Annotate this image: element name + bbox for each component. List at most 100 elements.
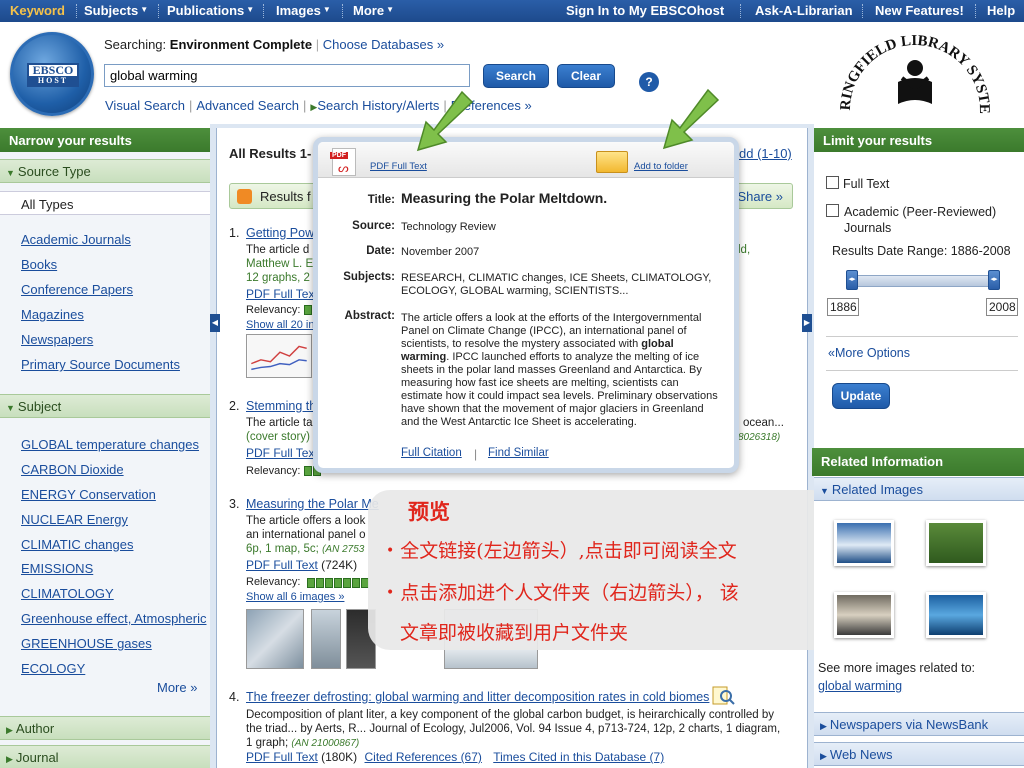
full-text-checkbox[interactable] (826, 176, 839, 189)
result-snippet: an international panel o (246, 529, 366, 541)
nav-help[interactable]: Help (987, 3, 1015, 18)
related-image-street[interactable] (834, 592, 894, 638)
related-image-iceberg[interactable] (834, 520, 894, 566)
advanced-search-link[interactable]: Advanced Search (196, 98, 299, 113)
related-info-header: Related Information (812, 448, 1024, 476)
result-snippet: ld, (738, 244, 751, 256)
collapse-left-handle[interactable]: ◀ (210, 314, 220, 332)
result-title-link[interactable]: Getting Pow (246, 226, 314, 240)
result-title-link[interactable]: Stemming th (246, 399, 316, 413)
source-item-newspapers[interactable]: Newspapers (21, 332, 93, 347)
result-chart-thumbnail[interactable] (246, 334, 312, 378)
subject-more-link[interactable]: More » (157, 680, 197, 695)
ebsco-host-logo[interactable]: EBSCO HOST (10, 32, 94, 116)
slider-start-handle[interactable]: ◂▸ (846, 270, 858, 290)
newspapers-toggle[interactable]: ▶ Newspapers via NewsBank (814, 712, 1024, 736)
result-image-thumbnail[interactable] (311, 609, 341, 669)
source-item-books[interactable]: Books (21, 257, 57, 272)
source-type-toggle[interactable]: ▼ Source Type (0, 159, 210, 183)
folder-icon[interactable] (596, 151, 628, 173)
year-to-field[interactable]: 2008 (986, 298, 1018, 316)
related-image-forest[interactable] (926, 520, 986, 566)
subject-item[interactable]: NUCLEAR Energy (21, 512, 128, 527)
show-all-images-link[interactable]: Show all 6 images » (246, 591, 344, 603)
year-from-field[interactable]: 1886 (827, 298, 859, 316)
accession-number: 8026318) (738, 432, 781, 443)
pdf-full-text-link[interactable]: PDF Full Tex (246, 287, 314, 301)
subject-item[interactable]: CLIMATOLOGY (21, 586, 114, 601)
links-row: PDF Full Text (180K) Cited References (6… (246, 750, 664, 764)
all-types-option[interactable]: All Types (0, 191, 210, 215)
subject-toggle[interactable]: ▼ Subject (0, 394, 210, 418)
full-citation-link[interactable]: Full Citation (401, 447, 462, 459)
source-item-magazines[interactable]: Magazines (21, 307, 84, 322)
date-range-slider[interactable] (846, 275, 996, 287)
clear-button[interactable]: Clear (557, 64, 615, 88)
pdf-icon[interactable]: PDF ᔕ (330, 148, 356, 176)
times-cited-link[interactable]: Times Cited in this Database (7) (493, 750, 664, 764)
nav-publications[interactable]: Publications ▼ (167, 3, 254, 18)
source-item-primary-source-documents[interactable]: Primary Source Documents (21, 357, 180, 372)
pdf-full-text-link[interactable]: PDF Full Text (246, 558, 318, 572)
nav-sign-in[interactable]: Sign In to My EBSCOhost (566, 3, 724, 18)
result-image-thumbnail[interactable] (246, 609, 304, 669)
relevancy-cell (343, 578, 351, 588)
rss-icon[interactable] (237, 189, 252, 204)
find-similar-link[interactable]: Find Similar (488, 447, 549, 459)
slider-end-handle[interactable]: ◂▸ (988, 270, 1000, 290)
search-input[interactable] (104, 64, 470, 87)
academic-checkbox[interactable] (826, 204, 839, 217)
title-label: Title: (367, 194, 395, 206)
pdf-full-text-link[interactable]: PDF Full Text (246, 446, 318, 460)
help-icon[interactable]: ? (639, 72, 659, 92)
web-news-toggle[interactable]: ▶ Web News (814, 742, 1024, 766)
nav-ask-librarian[interactable]: Ask-A-Librarian (755, 3, 853, 18)
subject-item[interactable]: GREENHOUSE gases (21, 636, 152, 651)
subject-item[interactable]: CLIMATIC changes (21, 537, 133, 552)
author-toggle[interactable]: ▶ Author (0, 716, 210, 740)
result-snippet: 1 graph; (AN 21000867) (246, 736, 359, 751)
subject-item[interactable]: GLOBAL temperature changes (21, 437, 199, 452)
pdf-full-text-link[interactable]: PDF Full Text (246, 750, 318, 764)
result-snippet: (cover story) (246, 431, 310, 443)
update-button[interactable]: Update (832, 383, 890, 409)
header: EBSCO HOST Searching: Environment Complet… (0, 22, 1024, 124)
related-images-toggle[interactable]: ▼ Related Images (814, 477, 1024, 501)
subject-item[interactable]: EMISSIONS (21, 561, 93, 576)
journal-toggle[interactable]: ▶ Journal (0, 745, 210, 768)
relevancy-text: Relevancy: (246, 465, 301, 477)
subject-item[interactable]: Greenhouse effect, Atmospheric (21, 611, 206, 626)
open-book-icon (898, 78, 932, 104)
visual-search-link[interactable]: Visual Search (105, 98, 185, 113)
add-to-folder-link[interactable]: Add to folder (634, 161, 688, 172)
share-link[interactable]: Share » (737, 189, 783, 204)
nav-subjects[interactable]: Subjects ▼ (84, 3, 148, 18)
cited-references-link[interactable]: Cited References (67) (365, 750, 482, 764)
more-options-link[interactable]: «More Options (828, 346, 910, 360)
add-results-link[interactable]: dd (1-10) (739, 146, 792, 161)
related-image-underwater[interactable] (926, 592, 986, 638)
choose-databases-link[interactable]: Choose Databases » (323, 37, 444, 52)
source-item-academic-journals[interactable]: Academic Journals (21, 232, 131, 247)
collapsed-triangle-icon: ▶ (820, 721, 827, 731)
subject-item[interactable]: ECOLOGY (21, 661, 85, 676)
source-item-conference-papers[interactable]: Conference Papers (21, 282, 133, 297)
dropdown-caret-icon: ▼ (386, 5, 394, 14)
result-snippet: The article ta (246, 417, 313, 429)
nav-images[interactable]: Images ▼ (276, 3, 331, 18)
nav-new-features[interactable]: New Features! (875, 3, 964, 18)
popup-pdf-full-text-link[interactable]: PDF Full Text (370, 161, 427, 172)
result-title-link[interactable]: The freezer defrosting: global warming a… (246, 690, 709, 704)
subject-item[interactable]: CARBON Dioxide (21, 462, 124, 477)
preview-magnifier-icon[interactable] (712, 686, 736, 706)
show-all-images-link[interactable]: Show all 20 in (246, 319, 315, 331)
collapse-right-handle[interactable]: ▶ (802, 314, 812, 332)
newspapers-label: Newspapers via NewsBank (829, 717, 989, 732)
see-more-global-warming-link[interactable]: global warming (818, 679, 902, 693)
nav-keyword[interactable]: Keyword (10, 3, 65, 18)
result-title-link[interactable]: Measuring the Polar Me (246, 497, 379, 511)
search-button[interactable]: Search (483, 64, 549, 88)
subject-item[interactable]: ENERGY Conservation (21, 487, 156, 502)
nav-more[interactable]: More ▼ (353, 3, 394, 18)
result-number: 3. (229, 497, 240, 511)
